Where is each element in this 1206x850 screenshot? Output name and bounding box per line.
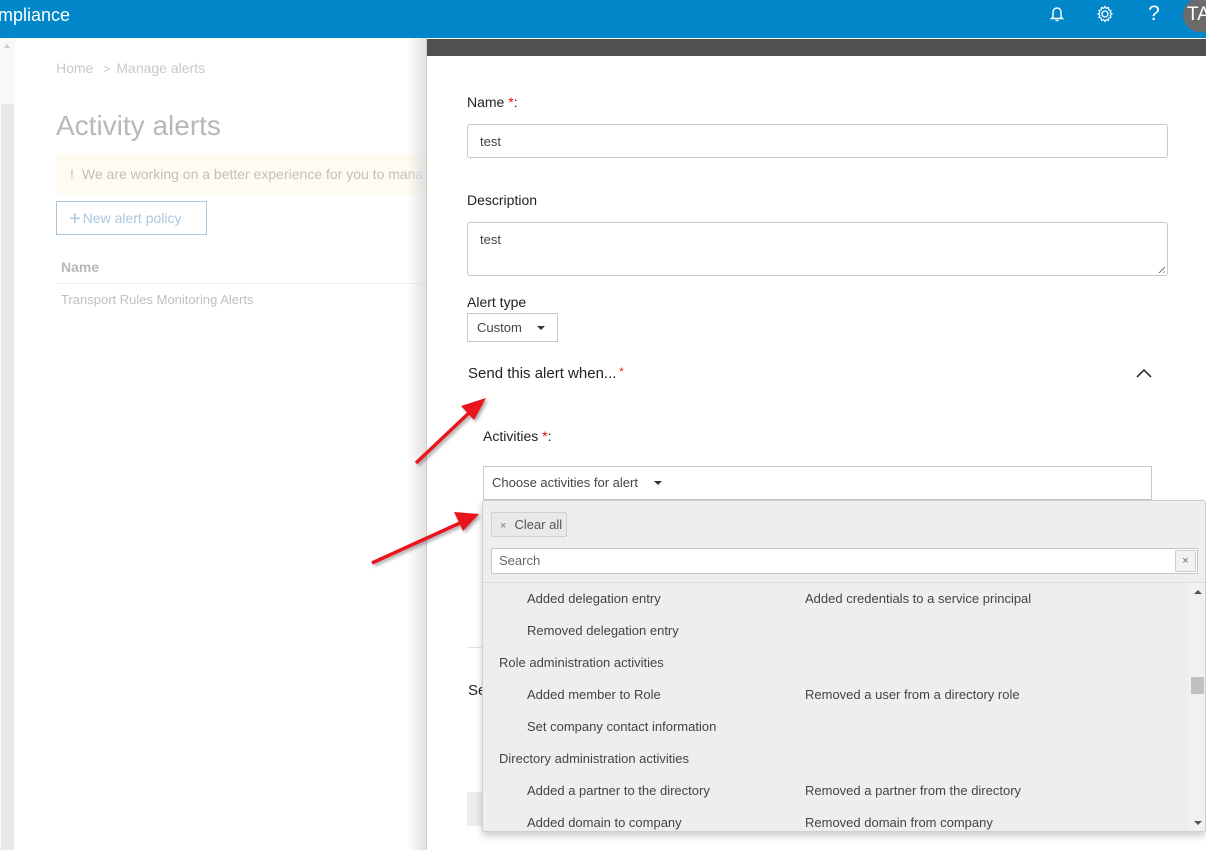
plus-icon: +: [69, 208, 81, 230]
name-input[interactable]: test: [467, 124, 1168, 158]
table-row[interactable]: Transport Rules Monitoring Alerts: [61, 292, 253, 307]
avatar[interactable]: TA: [1183, 0, 1206, 32]
header-divider: [56, 283, 427, 284]
activity-option[interactable]: Removed delegation entry: [527, 623, 679, 638]
clear-search-icon[interactable]: ×: [1175, 550, 1196, 572]
new-alert-policy-label: New alert policy: [82, 210, 182, 226]
activity-option[interactable]: Set company contact information: [527, 719, 716, 734]
background-page: Home > Manage alerts Activity alerts ! We a…: [15, 38, 427, 850]
column-header-name[interactable]: Name: [61, 259, 99, 275]
warning-icon: !: [70, 166, 74, 182]
breadcrumb-home[interactable]: Home: [56, 60, 93, 76]
activity-option[interactable]: Added member to Role: [527, 687, 661, 702]
name-label-text: Name: [467, 94, 505, 110]
help-icon[interactable]: ?: [1140, 2, 1168, 26]
gear-icon[interactable]: [1091, 2, 1119, 26]
description-label: Description: [467, 192, 538, 208]
breadcrumb-separator: >: [103, 62, 111, 76]
page-title: Activity alerts: [56, 110, 221, 141]
activity-option[interactable]: Removed a partner from the directory: [805, 783, 1021, 798]
activity-group-header: Directory administration activities: [499, 751, 690, 766]
alert-type-value: Custom: [477, 320, 522, 335]
activity-option[interactable]: Added credentials to a service principal: [805, 591, 1031, 606]
activities-list: Added delegation entry Added credentials …: [483, 583, 1189, 831]
activity-option[interactable]: Added delegation entry: [527, 591, 661, 606]
activity-option[interactable]: Removed a user from a directory role: [805, 687, 1020, 702]
activity-option[interactable]: Added domain to company: [527, 815, 682, 830]
description-textarea[interactable]: test: [467, 222, 1168, 276]
page-scrollbar[interactable]: [0, 38, 15, 850]
scroll-up-icon[interactable]: [4, 44, 10, 48]
description-value: test: [480, 232, 501, 247]
breadcrumb: Home > Manage alerts: [56, 60, 205, 76]
chevron-up-icon[interactable]: [1134, 366, 1154, 380]
name-label: Name *:: [467, 94, 518, 110]
activity-option[interactable]: Added a partner to the directory: [527, 783, 710, 798]
scroll-down-icon[interactable]: [1194, 821, 1202, 825]
activities-label-suffix: :: [547, 428, 552, 444]
section-title-text: Send this alert when...: [468, 365, 617, 382]
dropdown-scrollbar[interactable]: [1189, 583, 1205, 831]
clear-all-button[interactable]: × Clear all: [491, 512, 567, 537]
top-bar: mpliance ? TA: [0, 0, 1206, 38]
new-alert-policy-button[interactable]: + New alert policy: [56, 201, 207, 235]
chevron-down-icon: [537, 326, 545, 330]
search-input[interactable]: Search ×: [491, 548, 1198, 574]
alert-type-label: Alert type: [467, 294, 527, 310]
chevron-down-icon: [653, 481, 662, 485]
resize-grip-icon[interactable]: [1156, 264, 1165, 273]
breadcrumb-current: Manage alerts: [116, 60, 206, 76]
clear-all-label: Clear all: [514, 517, 563, 532]
scroll-up-icon[interactable]: [1194, 590, 1202, 594]
close-icon: ×: [500, 520, 507, 532]
scroll-thumb[interactable]: [1191, 677, 1204, 694]
activity-option[interactable]: Removed domain from company: [805, 815, 993, 830]
banner-text: We are working on a better experience fo…: [81, 166, 424, 182]
name-label-suffix: :: [513, 94, 518, 110]
app-title: mpliance: [0, 5, 71, 25]
section-title: Send this alert when... *: [468, 365, 624, 382]
scroll-thumb[interactable]: [1, 104, 14, 850]
panel-shadow: [407, 38, 427, 850]
activities-select[interactable]: Choose activities for alert: [483, 466, 1152, 500]
activities-dropdown: × Clear all Search × Added delegation ent…: [482, 500, 1206, 832]
activities-label: Activities *:: [483, 428, 551, 444]
activities-label-text: Activities: [483, 428, 539, 444]
alert-type-select[interactable]: Custom: [467, 313, 558, 342]
bell-icon[interactable]: [1043, 2, 1071, 26]
panel-header: [427, 39, 1206, 56]
info-banner: ! We are working on a better experience f…: [56, 154, 427, 194]
activities-placeholder: Choose activities for alert: [492, 475, 638, 490]
required-marker: *: [619, 366, 624, 378]
activity-group-header: Role administration activities: [499, 655, 664, 670]
search-placeholder: Search: [499, 553, 541, 568]
